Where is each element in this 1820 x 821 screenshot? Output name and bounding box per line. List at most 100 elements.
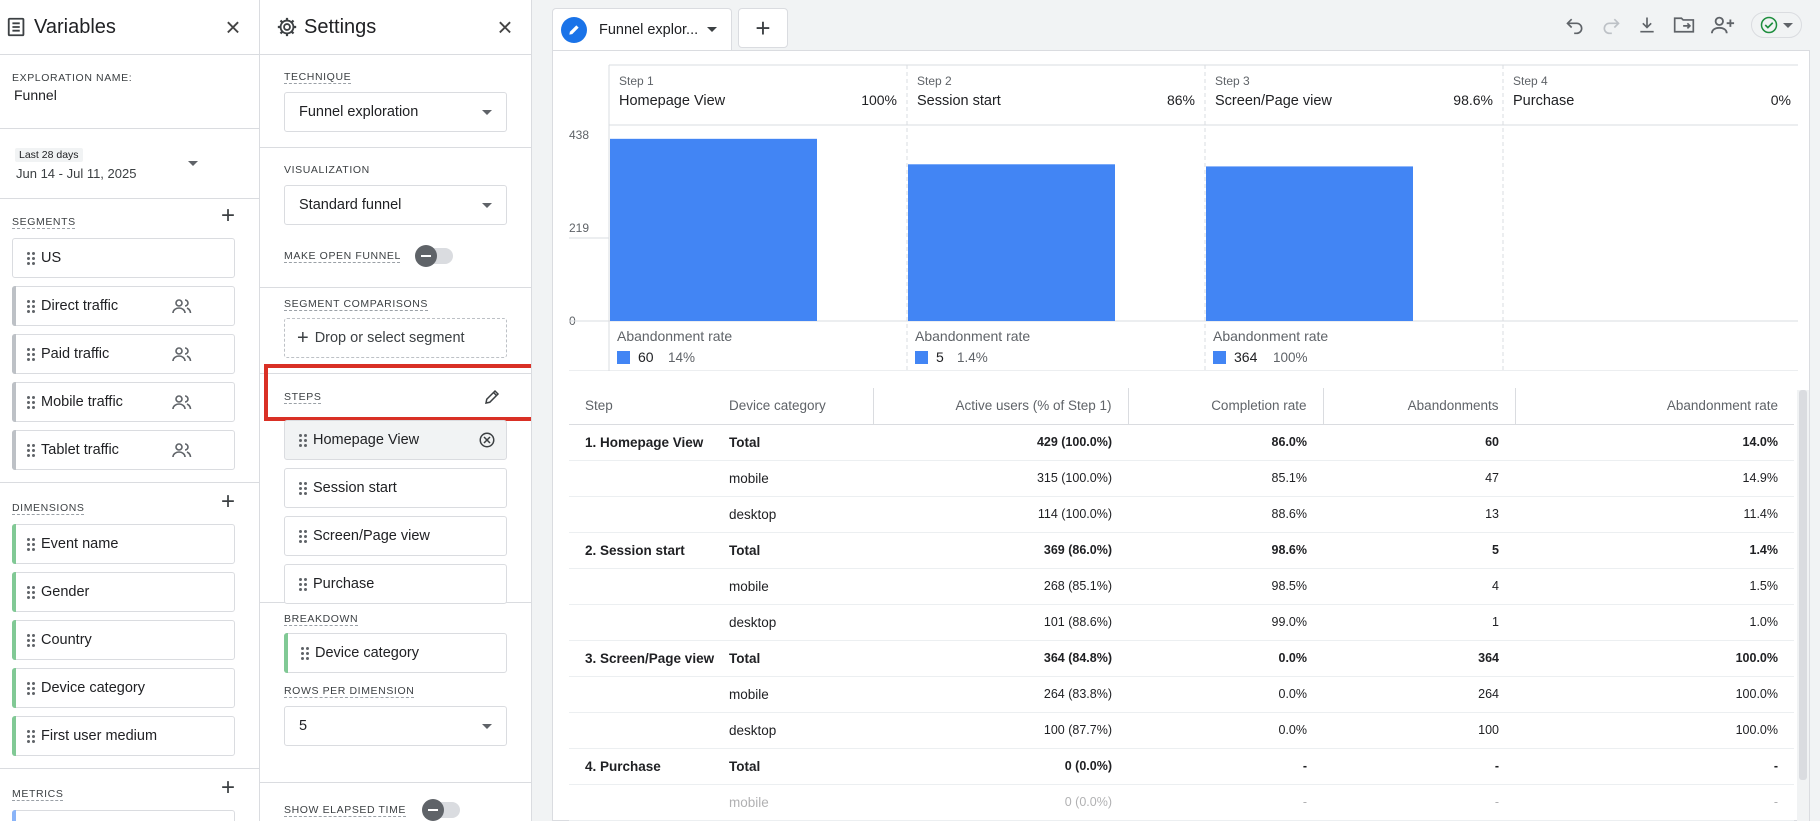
drag-handle-icon[interactable] [27, 729, 35, 743]
status-check-button[interactable] [1751, 12, 1802, 38]
close-settings-button[interactable]: × [491, 14, 519, 40]
scrollbar[interactable] [1797, 390, 1809, 821]
col-header-abandonment-rate[interactable]: Abandonment rate [1514, 388, 1794, 425]
step-chip-screen-page-view[interactable]: Screen/Page view [284, 516, 507, 556]
add-metric-icon[interactable]: + [221, 776, 235, 800]
elapsed-time-toggle[interactable] [422, 799, 461, 821]
visualization-label: VISUALIZATION [284, 164, 370, 176]
cell-device: Total [729, 424, 873, 461]
drop-segment-target[interactable]: + Drop or select segment [284, 318, 507, 358]
table-row[interactable]: desktop 101 (88.6%) 99.0% 1 1.0% [569, 604, 1794, 641]
drag-handle-icon[interactable] [27, 633, 35, 647]
date-dropdown-icon[interactable] [188, 161, 198, 166]
drag-handle-icon[interactable] [27, 585, 35, 599]
dimension-chip-country[interactable]: Country [12, 620, 235, 660]
exploration-name-input[interactable]: Funnel [12, 87, 247, 103]
funnel-bar [610, 138, 817, 321]
tab-funnel-exploration[interactable]: Funnel explor... [552, 8, 732, 50]
cell-step [569, 568, 729, 605]
drag-handle-icon[interactable] [27, 681, 35, 695]
drag-handle-icon[interactable] [299, 481, 307, 495]
date-range-section[interactable]: Last 28 days Jun 14 - Jul 11, 2025 [0, 129, 259, 199]
metrics-label: METRICS [12, 788, 64, 800]
drag-handle-icon[interactable] [27, 251, 35, 265]
folder-move-icon[interactable] [1673, 15, 1695, 35]
cell-aband: 5 [1323, 532, 1515, 569]
cell-aband: 47 [1323, 460, 1515, 497]
drag-handle-icon[interactable] [27, 395, 35, 409]
cell-step: 1. Homepage View [569, 424, 729, 461]
step-label: Purchase [313, 576, 375, 592]
step-chip-purchase[interactable]: Purchase [284, 564, 507, 604]
col-header-completion-rate[interactable]: Completion rate [1127, 388, 1323, 425]
drag-handle-icon[interactable] [301, 646, 309, 660]
dimension-chip-event-name[interactable]: Event name [12, 524, 235, 564]
open-funnel-toggle[interactable] [414, 245, 453, 267]
segment-chip-paid-traffic[interactable]: Paid traffic [12, 334, 235, 374]
remove-circle-icon[interactable] [478, 431, 496, 449]
step-chip-homepage-view[interactable]: Homepage View [284, 420, 507, 460]
segment-chip-us[interactable]: US [12, 238, 235, 278]
add-segment-icon[interactable]: + [221, 204, 235, 228]
table-row[interactable]: 2. Session start Total 369 (86.0%) 98.6% 5 1.… [569, 532, 1794, 569]
col-header-abandonments[interactable]: Abandonments [1322, 388, 1515, 425]
settings-header: Settings × [260, 0, 531, 55]
cell-aband: 13 [1323, 496, 1515, 533]
step-name-label: Purchase [1513, 93, 1574, 109]
drag-handle-icon[interactable] [27, 537, 35, 551]
chevron-down-icon [1783, 22, 1793, 28]
add-tab-button[interactable]: + [738, 8, 788, 48]
breakdown-chip[interactable]: Device category [284, 633, 507, 673]
drag-handle-icon[interactable] [27, 347, 35, 361]
dimension-chip-gender[interactable]: Gender [12, 572, 235, 612]
add-dimension-icon[interactable]: + [221, 490, 235, 514]
table-row[interactable]: mobile 268 (85.1%) 98.5% 4 1.5% [569, 568, 1794, 605]
segment-chip-mobile-traffic[interactable]: Mobile traffic [12, 382, 235, 422]
undo-icon[interactable] [1565, 15, 1585, 35]
scrollbar-thumb[interactable] [1799, 390, 1807, 780]
drag-handle-icon[interactable] [27, 299, 35, 313]
step-percent-label: 86% [1167, 92, 1195, 108]
col-header-device-category[interactable]: Device category [729, 388, 873, 425]
table-row[interactable]: mobile 264 (83.8%) 0.0% 264 100.0% [569, 676, 1794, 713]
segment-chip-tablet-traffic[interactable]: Tablet traffic [12, 430, 235, 470]
technique-select[interactable]: Funnel exploration [284, 92, 507, 132]
drag-handle-icon[interactable] [299, 577, 307, 591]
table-row[interactable]: 3. Screen/Page view Total 364 (84.8%) 0.0% 3… [569, 640, 1794, 677]
step-chip-session-start[interactable]: Session start [284, 468, 507, 508]
col-header-active-users[interactable]: Active users (% of Step 1) [872, 388, 1128, 425]
col-header-step[interactable]: Step [569, 388, 729, 425]
cell-completion: 88.6% [1128, 496, 1323, 533]
abandonment-rate-value: 100% [1273, 350, 1308, 365]
table-row[interactable]: 1. Homepage View Total 429 (100.0%) 86.0% 60… [569, 424, 1794, 461]
redo-icon[interactable] [1601, 15, 1621, 35]
abandonment-legend-swatch [915, 351, 928, 364]
segment-chip-direct-traffic[interactable]: Direct traffic [12, 286, 235, 326]
visualization-select[interactable]: Standard funnel [284, 185, 507, 225]
table-row[interactable]: mobile 315 (100.0%) 85.1% 47 14.9% [569, 460, 1794, 497]
tab-menu-icon[interactable] [707, 27, 717, 32]
metrics-list [0, 804, 259, 821]
drag-handle-icon[interactable] [299, 529, 307, 543]
rows-per-dimension-select[interactable]: 5 [284, 706, 507, 746]
dimension-chip-first-user-medium[interactable]: First user medium [12, 716, 235, 756]
settings-panel: Settings × TECHNIQUE Funnel exploration … [260, 0, 532, 821]
download-icon[interactable] [1637, 15, 1657, 35]
drag-handle-icon[interactable] [27, 443, 35, 457]
cell-device: mobile [729, 784, 873, 821]
table-row[interactable]: 4. Purchase Total 0 (0.0%) - - - [569, 748, 1794, 785]
cell-rate: 1.4% [1515, 532, 1794, 569]
table-row[interactable]: desktop 114 (100.0%) 88.6% 13 11.4% [569, 496, 1794, 533]
table-row[interactable]: desktop 100 (87.7%) 0.0% 100 100.0% [569, 712, 1794, 749]
segment-comparisons-label: SEGMENT COMPARISONS [284, 298, 429, 310]
metric-chip[interactable] [12, 810, 235, 821]
dimensions-header: DIMENSIONS + [0, 482, 259, 518]
share-person-add-icon[interactable] [1711, 15, 1735, 35]
cell-rate: 14.9% [1515, 460, 1794, 497]
chevron-down-icon [482, 723, 492, 729]
dimension-chip-device-category[interactable]: Device category [12, 668, 235, 708]
close-variables-button[interactable]: × [219, 14, 247, 40]
drag-handle-icon[interactable] [299, 433, 307, 447]
table-row[interactable]: mobile 0 (0.0%) - - - [569, 784, 1794, 821]
dimensions-list: Event name Gender Country Device categor… [0, 518, 259, 756]
